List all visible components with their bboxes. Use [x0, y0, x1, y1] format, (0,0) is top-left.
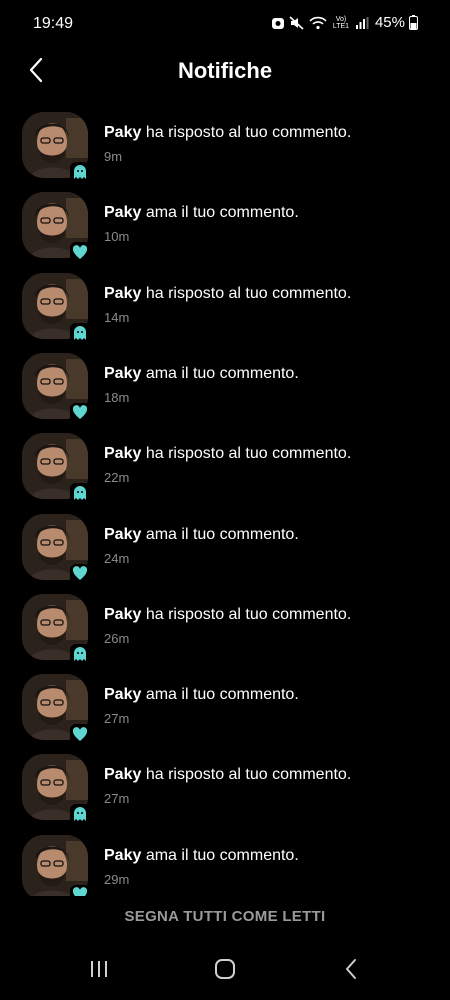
notification-time: 24m: [104, 550, 130, 566]
network-label: Vo) LTE1: [332, 15, 350, 30]
header: Notifiche: [0, 48, 450, 98]
notification-time: 27m: [104, 711, 130, 727]
notification-text: Paky ama il tuo commento.: [104, 526, 299, 544]
avatar-container: [22, 754, 92, 825]
notification-time: 9m: [104, 149, 123, 164]
notification-text: Paky ama il tuo commento.: [104, 365, 299, 383]
notification-action: ha risposto al tuo commento.: [141, 605, 352, 623]
signal-icon: [355, 16, 369, 30]
notification-item[interactable]: Paky ama il tuo commento. 18m: [0, 341, 450, 423]
avatar-container: [22, 192, 92, 263]
heart-icon: [70, 242, 90, 263]
avatar-container: [22, 112, 92, 182]
home-icon: [214, 958, 236, 985]
notification-item[interactable]: Paky ama il tuo commento. 10m: [0, 180, 450, 263]
notification-username[interactable]: Paky: [104, 365, 141, 382]
recent-apps-icon: [89, 959, 109, 984]
status-time: 19:49: [33, 15, 74, 32]
notification-username[interactable]: Paky: [104, 847, 141, 864]
status-bar: 19:49 Vo) LTE1 45%: [0, 0, 450, 48]
mark-all-read-button[interactable]: SEGNA TUTTI COME LETTI: [0, 908, 450, 925]
heart-icon: [70, 884, 90, 896]
notification-username[interactable]: Paky: [104, 606, 141, 623]
notification-action: ama il tuo commento.: [141, 204, 299, 222]
heart-icon: [70, 402, 90, 423]
mute-icon: [289, 15, 305, 30]
notification-text: Paky ha risposto al tuo commento.: [104, 445, 351, 463]
heart-icon: [70, 724, 90, 745]
notification-item[interactable]: Paky ha risposto al tuo commento. 26m: [0, 582, 450, 664]
notification-action: ha risposto al tuo commento.: [141, 284, 352, 302]
avatar-container: [22, 513, 92, 584]
notification-username[interactable]: Paky: [104, 285, 141, 302]
avatar-container: [22, 433, 92, 504]
page-title: Notifiche: [177, 58, 273, 83]
ghost-icon: [70, 804, 90, 825]
notification-time: 27m: [104, 791, 130, 807]
notification-time: 18m: [104, 389, 130, 405]
home-button[interactable]: [205, 957, 245, 985]
battery-percentage: 45%: [374, 14, 405, 31]
avatar-container: [22, 593, 92, 664]
notification-item[interactable]: Paky ha risposto al tuo commento. 14m: [0, 261, 450, 343]
status-icons: Vo) LTE1 45%: [271, 14, 418, 31]
wifi-icon: [309, 16, 327, 30]
notification-action: ama il tuo commento.: [141, 525, 299, 543]
notification-item[interactable]: Paky ha risposto al tuo commento. 22m: [0, 421, 450, 504]
ghost-icon: [70, 483, 90, 504]
notification-action: ha risposto al tuo commento.: [141, 124, 352, 141]
notification-username[interactable]: Paky: [104, 445, 141, 462]
ghost-icon: [70, 162, 90, 182]
notification-action: ama il tuo commento.: [141, 846, 299, 864]
notification-time: 22m: [104, 470, 130, 486]
notification-action: ha risposto al tuo commento.: [141, 766, 352, 784]
notification-item[interactable]: Paky ama il tuo commento. 29m: [0, 823, 450, 896]
notification-time: 14m: [104, 309, 130, 325]
notification-username[interactable]: Paky: [104, 124, 141, 141]
system-back-button[interactable]: [331, 957, 371, 985]
notification-username[interactable]: Paky: [104, 686, 141, 703]
notification-action: ama il tuo commento.: [141, 686, 299, 704]
avatar-container: [22, 834, 92, 896]
system-nav-bar: [0, 945, 450, 1000]
notification-username[interactable]: Paky: [104, 204, 141, 221]
notification-app-icon: [271, 16, 285, 30]
notification-action: ha risposto al tuo commento.: [141, 445, 352, 463]
notification-item[interactable]: Paky ha risposto al tuo commento. 9m: [0, 100, 450, 182]
notification-username[interactable]: Paky: [104, 766, 141, 783]
ghost-icon: [70, 322, 90, 343]
notification-text: Paky ama il tuo commento.: [104, 204, 299, 222]
notification-text: Paky ha risposto al tuo commento.: [104, 606, 351, 624]
notification-time: 29m: [104, 871, 130, 887]
notification-item[interactable]: Paky ama il tuo commento. 27m: [0, 662, 450, 745]
battery-icon: [409, 15, 418, 30]
system-back-icon: [344, 958, 358, 985]
notification-text: Paky ha risposto al tuo commento.: [104, 124, 351, 142]
notification-text: Paky ha risposto al tuo commento.: [104, 766, 351, 784]
avatar-container: [22, 352, 92, 423]
avatar-container: [22, 272, 92, 343]
recent-apps-button[interactable]: [79, 957, 119, 985]
heart-icon: [70, 563, 90, 584]
ghost-icon: [70, 643, 90, 664]
notification-time: 26m: [104, 630, 130, 646]
notification-item[interactable]: Paky ama il tuo commento. 24m: [0, 502, 450, 584]
notification-text: Paky ama il tuo commento.: [104, 847, 299, 865]
notification-item[interactable]: Paky ha risposto al tuo commento. 27m: [0, 742, 450, 825]
avatar-container: [22, 674, 92, 745]
notification-text: Paky ama il tuo commento.: [104, 686, 299, 704]
notification-action: ama il tuo commento.: [141, 364, 299, 382]
notification-username[interactable]: Paky: [104, 526, 141, 543]
notification-time: 10m: [104, 229, 130, 245]
notification-list: Paky ha risposto al tuo commento. 9m Paky …: [0, 100, 450, 896]
notification-text: Paky ha risposto al tuo commento.: [104, 285, 351, 303]
